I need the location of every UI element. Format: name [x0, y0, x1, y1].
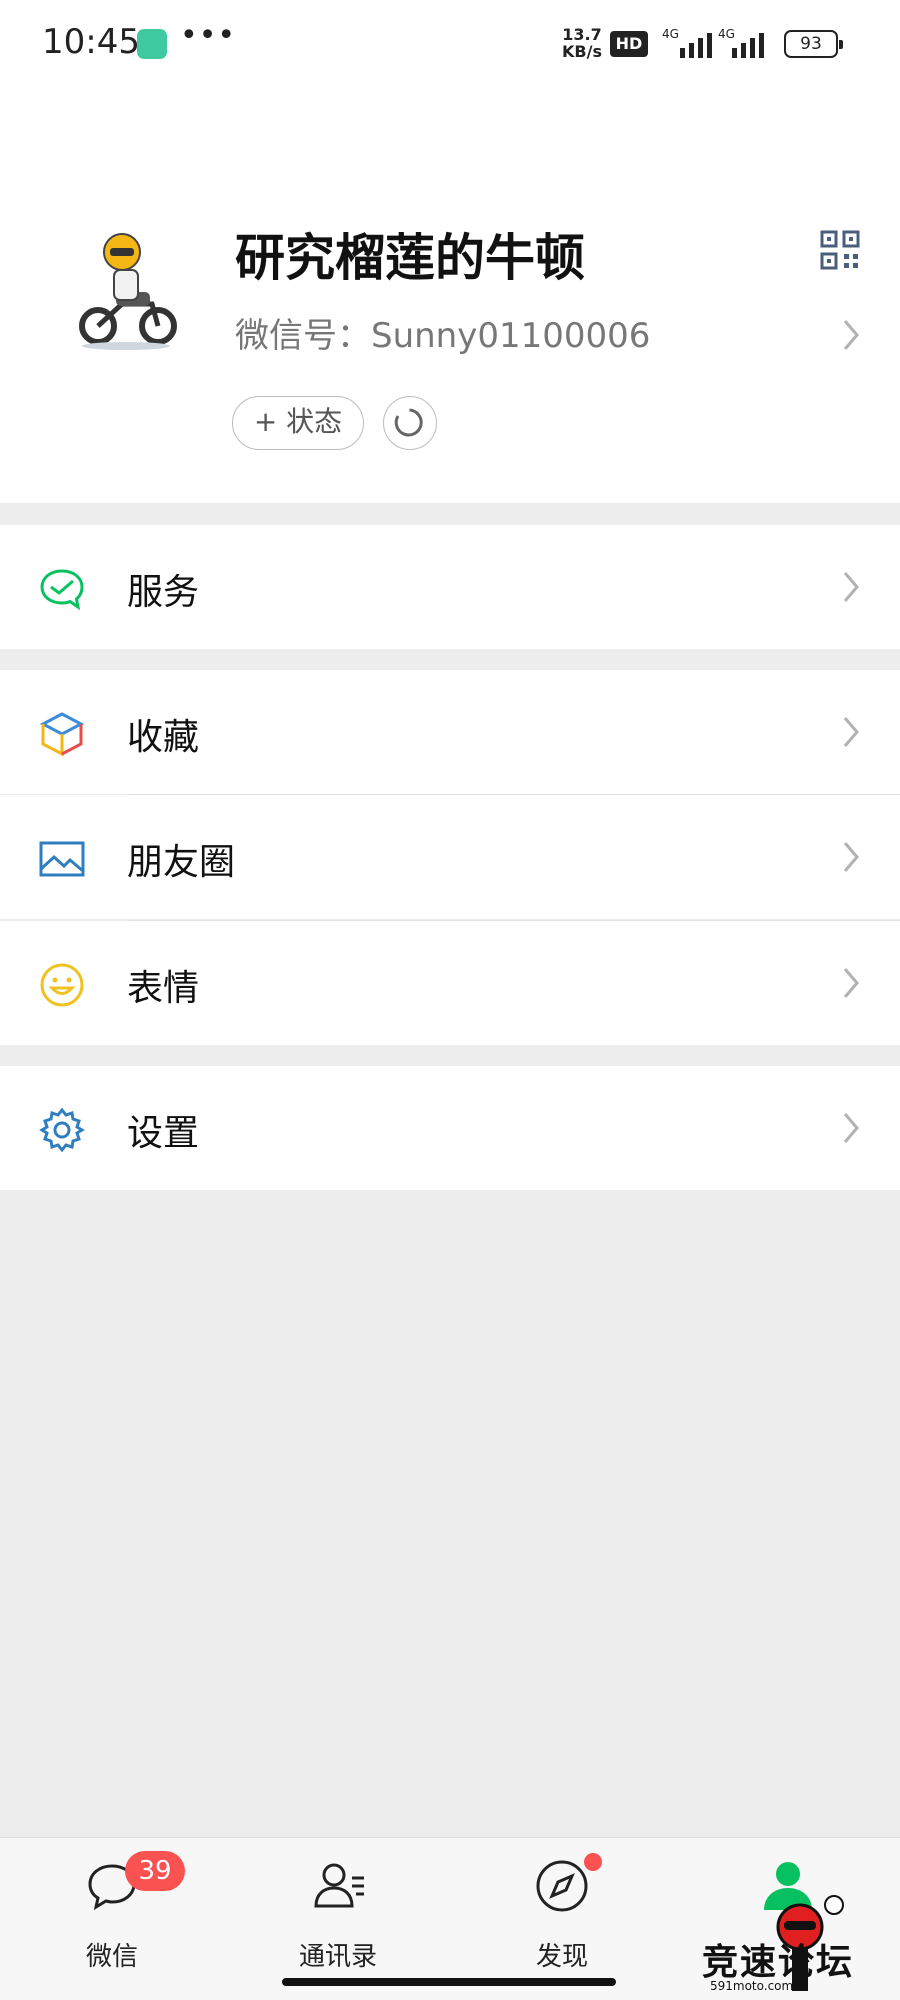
menu-item-stickers[interactable]: 表情 [0, 921, 900, 1045]
refresh-circle-icon [394, 408, 423, 437]
favorites-cube-icon [39, 712, 85, 757]
network-speed-unit: KB/s [562, 42, 602, 61]
hd-voice-icon: HD [610, 31, 648, 57]
menu-item-settings[interactable]: 设置 [0, 1066, 900, 1190]
settings-gear-icon [39, 1107, 85, 1153]
tab-contacts[interactable]: 通讯录 [268, 1858, 408, 1972]
menu-label-services: 服务 [127, 572, 200, 613]
battery-icon: 93 [784, 30, 843, 58]
status-refresh-button[interactable] [383, 396, 437, 450]
watermark-text: 竞速论坛 [702, 1942, 855, 1983]
profile-name: 研究榴莲的牛顿 [235, 229, 585, 287]
signal-strength-icon: 4G [718, 27, 764, 58]
chevron-right-icon [843, 717, 859, 747]
status-time: 10:45 [42, 22, 140, 62]
add-status-button[interactable]: + 状态 [232, 396, 364, 450]
chevron-right-icon [843, 968, 859, 998]
wechat-id: 微信号：Sunny01100006 [235, 316, 651, 356]
watermark-logo: 竞速论坛 591moto.com [702, 1895, 898, 1995]
profile-header[interactable]: 研究榴莲的牛顿 微信号：Sunny01100006 + 状态 [0, 90, 900, 503]
signal-strength-icon: 4G [662, 27, 712, 58]
menu-label-favorites: 收藏 [127, 717, 200, 758]
moments-photo-icon [39, 841, 85, 877]
menu-item-services[interactable]: 服务 [0, 525, 900, 649]
home-indicator[interactable] [282, 1978, 616, 1986]
qr-code-icon[interactable] [820, 230, 860, 270]
tab-label-chats: 微信 [85, 1942, 138, 1972]
chevron-right-icon [843, 320, 859, 350]
menu-item-favorites[interactable]: 收藏 [0, 670, 900, 794]
app-notification-icon [137, 29, 167, 59]
menu-label-settings: 设置 [127, 1113, 200, 1154]
more-notifications-icon: ••• [180, 18, 237, 53]
menu-label-stickers: 表情 [127, 968, 200, 1009]
discover-red-dot [584, 1853, 602, 1871]
tab-label-contacts: 通讯录 [298, 1942, 377, 1972]
network-speed-value: 13.7 [562, 25, 602, 44]
menu-item-moments[interactable]: 朋友圈 [0, 795, 900, 919]
watermark-url: 591moto.com [710, 1979, 794, 1993]
avatar[interactable] [64, 230, 188, 354]
chevron-right-icon [843, 842, 859, 872]
svg-text:4G: 4G [718, 27, 735, 41]
services-icon [40, 569, 84, 611]
chevron-right-icon [843, 572, 859, 602]
tab-label-discover: 发现 [535, 1942, 588, 1972]
chevron-right-icon [843, 1113, 859, 1143]
status-bar: 10:45 ••• 13.7 KB/s HD 4G 4G 93 [0, 0, 900, 90]
network-speed: 13.7 KB/s [562, 26, 602, 60]
chats-unread-badge: 39 [125, 1851, 185, 1891]
svg-text:4G: 4G [662, 27, 679, 41]
menu-label-moments: 朋友圈 [127, 842, 236, 883]
tab-discover[interactable]: 发现 [492, 1858, 632, 1972]
compass-icon [536, 1860, 588, 1912]
contacts-icon [314, 1863, 364, 1908]
stickers-smile-icon [40, 963, 84, 1007]
